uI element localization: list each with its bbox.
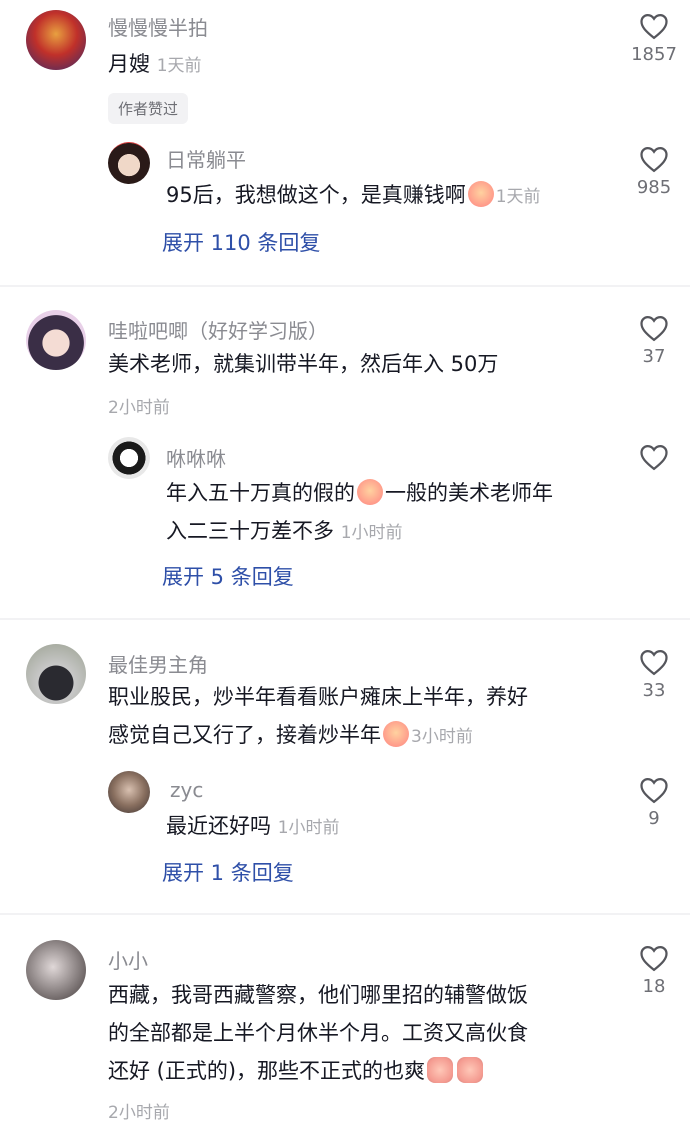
reply-like-button[interactable] [628,443,680,471]
like-count: 18 [642,976,666,997]
comment-time: 2小时前 [108,398,170,418]
comment-text: 职业股民，炒半年看看账户瘫床上半年，养好 感觉自己又行了，接着炒半年 3小时前 [108,685,528,747]
divider [0,913,690,915]
heart-icon [640,945,668,972]
divider [0,618,690,620]
avatar[interactable] [26,310,86,370]
comment-text: 美术老师，就集训带半年，然后年入 50万 [108,352,499,376]
comment-text: 月嫂 1天前 [108,52,202,76]
comment-username[interactable]: 最佳男主角 [108,649,208,678]
comment-username[interactable]: 慢慢慢半拍 [108,12,208,41]
reply-avatar[interactable] [108,771,150,813]
crying-emoji-icon [357,479,383,505]
expand-replies-link[interactable]: 展开 1 条回复 [162,857,294,887]
reply-avatar[interactable] [108,437,150,479]
comment-time: 1天前 [156,56,202,76]
heart-icon [640,146,668,173]
reply-time: 1小时前 [277,818,340,838]
heart-icon [640,649,668,676]
comment-time: 3小时前 [411,727,473,747]
heart-icon [640,444,668,471]
reply-time: 1天前 [495,187,541,207]
like-button[interactable]: 18 [628,944,680,997]
divider [0,285,690,287]
comment-text: 西藏，我哥西藏警察，他们哪里招的辅警做饭 的全部都是上半个月休半个月。工资又高伙… [108,983,528,1083]
pig-face-emoji-icon [457,1057,484,1083]
like-count: 33 [642,680,666,701]
crying-emoji-icon [467,181,494,207]
reply-avatar[interactable] [108,142,150,184]
reply-text: 最近还好吗 1小时前 [166,814,340,838]
avatar[interactable] [26,940,86,1000]
like-count: 37 [642,346,666,367]
reply-text: 年入五十万真的假的 一般的美术老师年 入二三十万差不多 1小时前 [166,479,553,543]
like-count: 1857 [631,44,677,65]
heart-icon [640,777,668,804]
reply-like-count: 9 [648,808,660,829]
reply-username[interactable]: 咻咻咻 [166,443,226,472]
reply-username[interactable]: zyc [170,778,203,802]
comment-time: 2小时前 [108,1103,170,1123]
like-button[interactable]: 33 [628,648,680,701]
reply-text: 95后，我想做这个，是真赚钱啊 1天前 [166,181,541,207]
reply-like-count: 985 [636,177,672,198]
like-button[interactable]: 37 [628,314,680,367]
pig-face-emoji-icon [427,1057,454,1083]
comment-username[interactable]: 哇啦吧唧（好好学习版） [108,315,328,344]
crying-emoji-icon [383,721,409,747]
avatar[interactable] [26,644,86,704]
comment-username[interactable]: 小小 [108,945,148,974]
reply-like-button[interactable]: 985 [628,145,680,198]
heart-icon [640,13,668,40]
expand-replies-link[interactable]: 展开 110 条回复 [162,227,320,257]
expand-replies-link[interactable]: 展开 5 条回复 [162,561,294,591]
reply-like-button[interactable]: 9 [628,776,680,829]
avatar[interactable] [26,10,86,70]
like-button[interactable]: 1857 [628,12,680,65]
reply-time: 1小时前 [340,523,403,543]
reply-username[interactable]: 日常躺平 [166,144,246,173]
author-liked-badge: 作者赞过 [108,93,189,124]
heart-icon [640,315,668,342]
